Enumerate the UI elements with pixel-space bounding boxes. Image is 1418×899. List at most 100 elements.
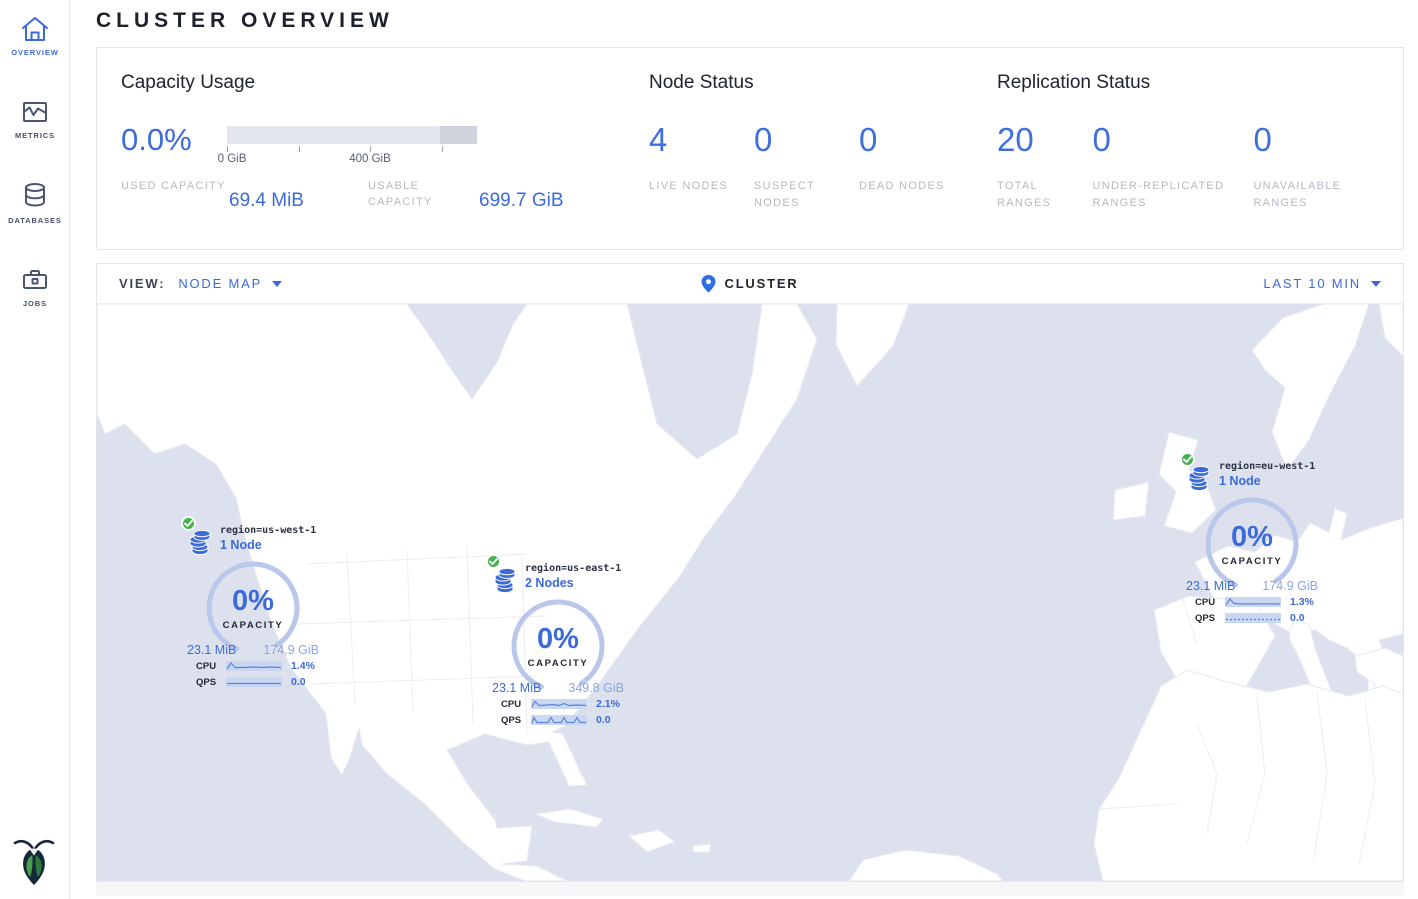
region-capacity-label: CAPACITY [510,658,606,669]
metrics-chart-icon [19,97,51,127]
region-used-capacity: 23.1 MiB [187,643,236,657]
database-icon [19,180,51,212]
live-nodes-value: 4 [649,118,754,156]
region-total-capacity: 174.9 GiB [263,643,319,657]
sidebar-item-jobs[interactable]: JOBS [0,251,70,308]
total-ranges-stat: 20 TOTAL RANGES [997,118,1092,212]
chevron-down-icon [272,281,282,287]
unavailable-ranges-stat: 0 UNAVAILABLE RANGES [1253,118,1403,212]
breadcrumb-cluster[interactable]: CLUSTER [702,275,799,293]
cpu-value: 1.4% [291,660,315,672]
live-nodes-stat: 4 LIVE NODES [649,118,754,212]
qps-value: 0.0 [596,714,611,726]
tick-label-0gib: 0 GiB [218,153,247,165]
cpu-sparkline [226,661,282,671]
replication-status-title: Replication Status [997,72,1403,94]
chevron-down-icon [1371,281,1381,287]
world-node-map: region=us-west-1 1 Node 0% CAPACITY 23.1… [97,304,1403,881]
qps-label: QPS [196,677,226,688]
node-status-title: Node Status [649,72,997,94]
dead-nodes-label: DEAD NODES [859,178,964,195]
cockroachdb-logo [13,838,55,891]
sidebar-item-overview[interactable]: OVERVIEW [0,0,70,57]
sidebar-item-label: JOBS [0,299,70,308]
green-check-icon [486,554,501,569]
used-capacity-label: USED CAPACITY [121,179,229,212]
tick-label-400gib: 400 GiB [349,153,391,165]
unavailable-ranges-label: UNAVAILABLE RANGES [1253,178,1403,212]
cpu-label: CPU [196,661,226,672]
capacity-bar-ticks [227,146,477,153]
usable-capacity-label: USABLE CAPACITY [368,179,479,212]
qps-label: QPS [1195,613,1225,624]
node-status-section: Node Status 4 LIVE NODES 0 SUSPECT NODES… [649,72,997,249]
suspect-nodes-value: 0 [754,118,859,156]
sidebar: OVERVIEW METRICS DATABASES [0,0,70,899]
dead-nodes-stat: 0 DEAD NODES [859,118,964,212]
breadcrumb-cluster-label: CLUSTER [725,276,799,291]
region-node-count[interactable]: 2 Nodes [525,576,624,590]
time-range-value: LAST 10 MIN [1263,276,1361,291]
region-card-us-west-1[interactable]: region=us-west-1 1 Node 0% CAPACITY 23.1… [187,522,319,688]
main-content: CLUSTER OVERVIEW Capacity Usage 0.0% 0 G… [71,9,1418,896]
region-total-capacity: 349.8 GiB [568,681,624,695]
view-selector-dropdown[interactable]: NODE MAP [178,276,282,291]
cpu-value: 1.3% [1290,596,1314,608]
region-capacity-label: CAPACITY [205,620,301,631]
unavailable-ranges-value: 0 [1253,118,1403,156]
page-title: CLUSTER OVERVIEW [96,9,1404,33]
used-capacity-value: 69.4 MiB [229,179,368,212]
region-card-eu-west-1[interactable]: region=eu-west-1 1 Node 0% CAPACITY 23.1… [1186,458,1318,624]
home-icon [19,14,51,44]
capacity-usage-section: Capacity Usage 0.0% 0 GiB 400 GiB [121,72,649,249]
capacity-used-percent: 0.0% [121,118,227,167]
qps-label: QPS [501,715,531,726]
region-total-capacity: 174.9 GiB [1262,579,1318,593]
sidebar-item-metrics[interactable]: METRICS [0,83,70,140]
cpu-value: 2.1% [596,698,620,710]
region-name: region=us-east-1 [525,560,624,574]
replication-status-section: Replication Status 20 TOTAL RANGES 0 UND… [997,72,1403,249]
cpu-sparkline [1225,597,1281,607]
cpu-label: CPU [501,699,531,710]
qps-value: 0.0 [1290,612,1305,624]
usable-capacity-value: 699.7 GiB [479,179,564,212]
region-name: region=us-west-1 [220,522,319,536]
database-stack-icon [188,530,213,562]
map-view-bar: VIEW: NODE MAP CLUSTER LAST 10 MIN [97,264,1403,304]
under-replicated-ranges-value: 0 [1092,118,1253,156]
region-capacity-percent: 0% [510,598,606,654]
dead-nodes-value: 0 [859,118,964,156]
cpu-label: CPU [1195,597,1225,608]
total-ranges-value: 20 [997,118,1092,156]
region-capacity-percent: 0% [205,560,301,616]
page-bottom-strip [96,882,1404,896]
sidebar-item-label: DATABASES [0,216,70,225]
region-capacity-label: CAPACITY [1204,556,1300,567]
total-ranges-label: TOTAL RANGES [997,178,1092,212]
capacity-usage-title: Capacity Usage [121,72,649,94]
qps-sparkline [226,677,282,687]
view-selector-value: NODE MAP [178,276,262,291]
region-used-capacity: 23.1 MiB [1186,579,1235,593]
database-stack-icon [493,568,518,600]
region-card-us-east-1[interactable]: region=us-east-1 2 Nodes 0% CAPACITY 23.… [492,560,624,726]
capacity-usage-bar [227,126,477,144]
qps-sparkline [1225,613,1281,623]
sidebar-item-label: OVERVIEW [0,48,70,57]
region-capacity-percent: 0% [1204,496,1300,552]
sidebar-item-databases[interactable]: DATABASES [0,166,70,225]
under-replicated-ranges-stat: 0 UNDER-REPLICATED RANGES [1092,118,1253,212]
live-nodes-label: LIVE NODES [649,178,754,195]
suspect-nodes-label: SUSPECT NODES [754,178,859,212]
node-map-panel: VIEW: NODE MAP CLUSTER LAST 10 MIN [96,263,1404,882]
time-range-dropdown[interactable]: LAST 10 MIN [1263,276,1381,291]
region-name: region=eu-west-1 [1219,458,1318,472]
green-check-icon [181,516,196,531]
database-stack-icon [1187,466,1212,498]
region-node-count[interactable]: 1 Node [1219,474,1318,488]
region-node-count[interactable]: 1 Node [220,538,319,552]
briefcase-icon [19,265,51,295]
qps-sparkline [531,715,587,725]
region-used-capacity: 23.1 MiB [492,681,541,695]
